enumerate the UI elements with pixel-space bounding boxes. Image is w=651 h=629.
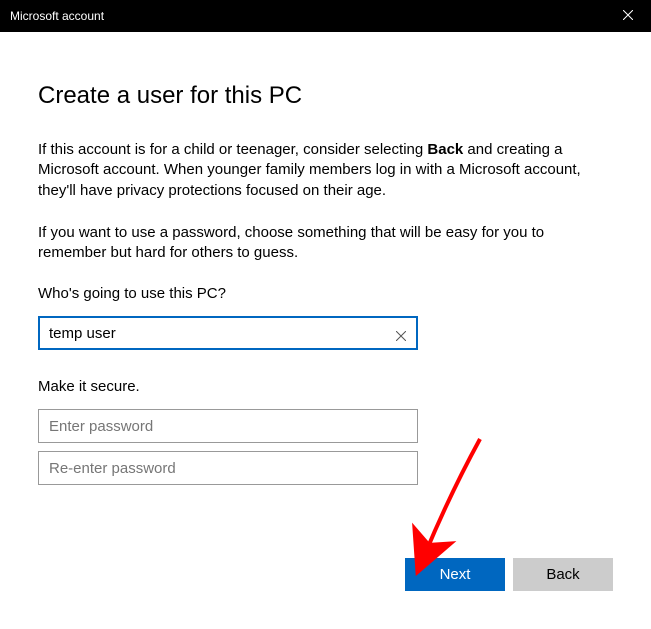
username-field-wrap	[38, 316, 418, 358]
next-button[interactable]: Next	[405, 558, 505, 591]
intro-back-word: Back	[427, 141, 463, 158]
titlebar: Microsoft account	[0, 0, 651, 32]
intro-text-part1: If this account is for a child or teenag…	[38, 141, 427, 158]
username-input[interactable]	[38, 316, 418, 350]
confirm-password-input[interactable]	[38, 451, 418, 485]
dialog-footer: Next Back	[405, 558, 613, 591]
back-button[interactable]: Back	[513, 558, 613, 591]
page-heading: Create a user for this PC	[38, 82, 613, 110]
secure-label: Make it secure.	[38, 378, 613, 395]
window-title: Microsoft account	[10, 9, 104, 23]
intro-text: If this account is for a child or teenag…	[38, 140, 613, 201]
clear-icon	[396, 328, 406, 346]
close-icon	[623, 7, 633, 25]
username-label: Who's going to use this PC?	[38, 285, 613, 302]
password-input[interactable]	[38, 409, 418, 443]
close-button[interactable]	[605, 0, 651, 32]
password-hint-text: If you want to use a password, choose so…	[38, 223, 613, 264]
dialog-content: Create a user for this PC If this accoun…	[0, 32, 651, 493]
clear-input-button[interactable]	[390, 326, 412, 348]
